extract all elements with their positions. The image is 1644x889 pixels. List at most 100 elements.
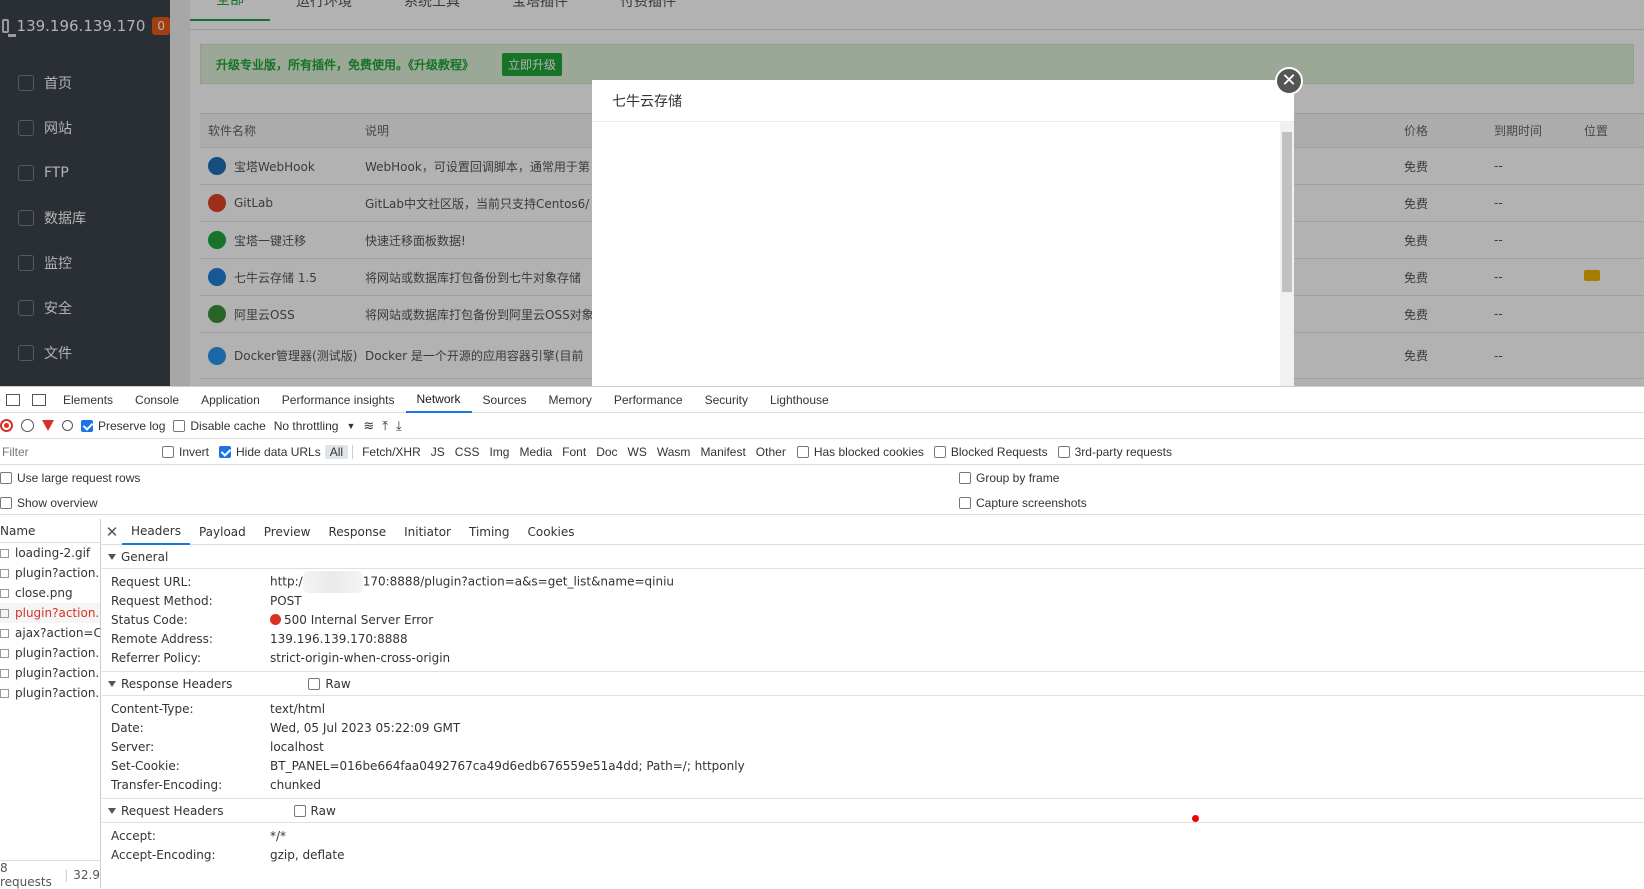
throttling-select[interactable]: No throttling bbox=[274, 419, 339, 433]
devtools-tab-6[interactable]: Memory bbox=[538, 387, 603, 413]
type-filter-7[interactable]: Doc bbox=[591, 445, 622, 459]
request-count: 8 requests bbox=[0, 860, 52, 889]
upload-icon[interactable]: ⤒ bbox=[382, 418, 388, 434]
devtools-tab-8[interactable]: Security bbox=[694, 387, 759, 413]
show-overview-checkbox[interactable]: Show overview bbox=[0, 496, 98, 510]
devtools-tab-2[interactable]: Application bbox=[190, 387, 271, 413]
request-headers-title: Request Headers bbox=[121, 803, 224, 818]
response-headers-section-header[interactable]: Response Headers Raw bbox=[102, 672, 1644, 696]
type-filter-3[interactable]: CSS bbox=[450, 445, 485, 459]
filter-input[interactable]: Filter bbox=[0, 441, 150, 462]
third-party-checkbox[interactable]: 3rd-party requests bbox=[1057, 445, 1172, 459]
large-rows-label: Use large request rows bbox=[17, 471, 141, 485]
raw-label: Raw bbox=[310, 803, 336, 818]
invert-checkbox[interactable]: Invert bbox=[162, 445, 209, 459]
type-filter-6[interactable]: Font bbox=[557, 445, 591, 459]
header-row: Accept-Encoding: gzip, deflate bbox=[102, 845, 1644, 864]
devtools-tab-5[interactable]: Sources bbox=[472, 387, 538, 413]
request-item[interactable]: ajax?action=C... bbox=[0, 623, 100, 643]
detail-tab-3[interactable]: Response bbox=[319, 519, 395, 545]
header-name: Content-Type: bbox=[111, 701, 194, 716]
bt-panel: 139.196.139.170 0 首页 网站 FTP 数据库 监控 安全 文件 全部 运行环… bbox=[0, 0, 1644, 386]
request-item[interactable]: plugin?action... bbox=[0, 683, 100, 703]
devtools-tab-3[interactable]: Performance insights bbox=[271, 387, 406, 413]
raw-checkbox[interactable]: Raw bbox=[308, 677, 351, 691]
download-icon[interactable]: ⤓ bbox=[396, 418, 402, 434]
detail-tab-0[interactable]: Headers bbox=[122, 519, 190, 545]
request-item[interactable]: plugin?action... bbox=[0, 603, 100, 623]
request-item[interactable]: loading-2.gif bbox=[0, 543, 100, 563]
devtools-tab-4[interactable]: Network bbox=[405, 387, 472, 413]
disable-cache-label: Disable cache bbox=[190, 418, 266, 433]
header-row: Date: Wed, 05 Jul 2023 05:22:09 GMT bbox=[102, 718, 1644, 737]
request-url-value[interactable]: http:/ 170:8888/plugin?action=a&s=get_lis… bbox=[270, 570, 674, 593]
invert-label: Invert bbox=[179, 444, 210, 459]
network-options: Use large request rows Show overview Gro… bbox=[0, 465, 1644, 515]
header-value: localhost bbox=[270, 739, 324, 754]
header-value: Wed, 05 Jul 2023 05:22:09 GMT bbox=[270, 720, 461, 735]
header-name: Accept-Encoding: bbox=[111, 847, 216, 862]
modal-scrollbar[interactable] bbox=[1280, 122, 1294, 386]
blocked-requests-checkbox[interactable]: Blocked Requests bbox=[933, 444, 1048, 459]
request-item[interactable]: plugin?action... bbox=[0, 563, 100, 583]
detail-tabs: ✕ Headers Payload Preview Response Initiator… bbox=[102, 519, 1644, 545]
type-filter-1[interactable]: Fetch/XHR bbox=[357, 445, 426, 459]
inspect-icon[interactable] bbox=[6, 393, 20, 406]
preserve-log-checkbox[interactable]: Preserve log bbox=[81, 419, 165, 433]
status-bar: 8 requests | 32.9 bbox=[0, 860, 100, 889]
type-filter-4[interactable]: Img bbox=[484, 445, 514, 459]
devtools-tab-7[interactable]: Performance bbox=[603, 387, 694, 413]
detail-tab-2[interactable]: Preview bbox=[255, 519, 320, 545]
request-item[interactable]: close.png bbox=[0, 583, 100, 603]
request-name: plugin?action... bbox=[15, 686, 100, 700]
file-icon bbox=[0, 568, 9, 578]
detail-tab-5[interactable]: Timing bbox=[460, 519, 519, 545]
devtools-tab-0[interactable]: Elements bbox=[52, 387, 124, 413]
capture-screenshots-checkbox[interactable]: Capture screenshots bbox=[959, 496, 1087, 510]
type-filter-0[interactable]: All bbox=[324, 444, 349, 459]
has-blocked-cookies-checkbox[interactable]: Has blocked cookies bbox=[796, 445, 924, 459]
type-filter-10[interactable]: Manifest bbox=[695, 445, 750, 459]
request-item[interactable]: plugin?action... bbox=[0, 643, 100, 663]
general-section-header[interactable]: General bbox=[102, 545, 1644, 569]
request-headers-section-header[interactable]: Request Headers Raw bbox=[102, 799, 1644, 823]
status-code-value: 500 Internal Server Error bbox=[284, 612, 434, 627]
record-icon[interactable] bbox=[0, 419, 13, 432]
type-filter-8[interactable]: WS bbox=[623, 445, 652, 459]
close-icon[interactable]: ✕ bbox=[1275, 67, 1303, 95]
filter-icon[interactable] bbox=[42, 420, 54, 431]
referrer-policy-label: Referrer Policy: bbox=[111, 650, 201, 665]
header-value: gzip, deflate bbox=[270, 847, 345, 862]
scrollbar-thumb[interactable] bbox=[1282, 132, 1292, 292]
request-item[interactable]: plugin?action... bbox=[0, 663, 100, 683]
hide-data-urls-checkbox[interactable]: Hide data URLs bbox=[219, 445, 321, 459]
type-filter-9[interactable]: Wasm bbox=[652, 445, 696, 459]
detail-tab-4[interactable]: Initiator bbox=[395, 519, 460, 545]
chevron-down-icon[interactable]: ▼ bbox=[346, 421, 355, 431]
request-url-row: Request URL: http:/ 170:8888/plugin?action… bbox=[102, 570, 1644, 593]
network-conditions-icon[interactable]: ≋ bbox=[363, 418, 374, 434]
clear-icon[interactable] bbox=[21, 419, 34, 432]
name-column-header[interactable]: Name bbox=[0, 519, 100, 543]
group-by-frame-checkbox[interactable]: Group by frame bbox=[959, 471, 1059, 485]
error-status-icon bbox=[270, 613, 281, 625]
status-code-row: Status Code: 500 Internal Server Error bbox=[102, 610, 1644, 629]
detail-tab-1[interactable]: Payload bbox=[190, 519, 255, 545]
devtools-tab-1[interactable]: Console bbox=[124, 387, 190, 413]
type-filter-11[interactable]: Other bbox=[751, 445, 791, 459]
close-icon[interactable]: ✕ bbox=[102, 523, 122, 541]
filter-bar: Filter Invert Hide data URLs All Fetch/XH… bbox=[0, 439, 1644, 465]
group-by-frame-label: Group by frame bbox=[976, 471, 1060, 485]
detail-tab-6[interactable]: Cookies bbox=[519, 519, 584, 545]
type-filter-2[interactable]: JS bbox=[426, 445, 450, 459]
search-icon[interactable] bbox=[62, 420, 73, 431]
request-detail: ✕ Headers Payload Preview Response Initiator… bbox=[102, 519, 1644, 888]
type-filter-5[interactable]: Media bbox=[514, 445, 557, 459]
devtools-tab-9[interactable]: Lighthouse bbox=[759, 387, 840, 413]
large-rows-checkbox[interactable]: Use large request rows bbox=[0, 471, 140, 485]
blocked-requests-label: Blocked Requests bbox=[950, 444, 1048, 459]
triangle-down-icon bbox=[108, 553, 116, 560]
device-toolbar-icon[interactable] bbox=[32, 393, 46, 406]
disable-cache-checkbox[interactable]: Disable cache bbox=[173, 418, 266, 433]
raw-checkbox[interactable]: Raw bbox=[293, 803, 336, 818]
